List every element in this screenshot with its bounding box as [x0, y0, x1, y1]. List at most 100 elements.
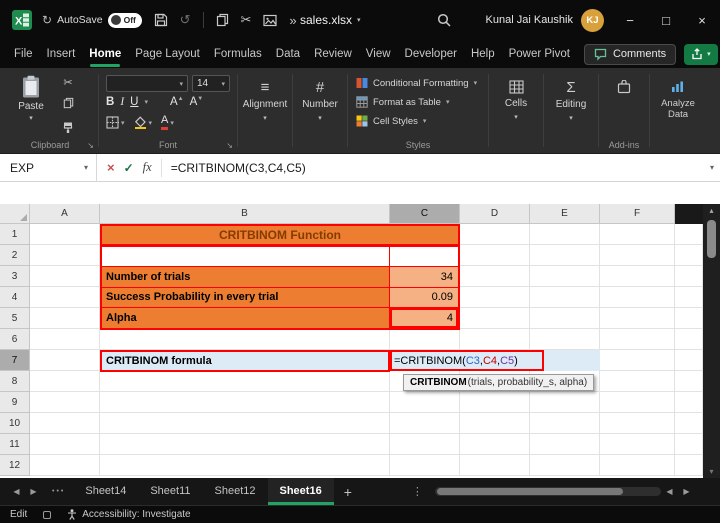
cell-B6[interactable] [100, 329, 390, 350]
qat-picture-button[interactable] [263, 14, 278, 27]
cell-G7[interactable] [675, 350, 703, 371]
sheet-tab-sheet14[interactable]: Sheet14 [73, 478, 138, 505]
cell-E2[interactable] [530, 245, 600, 266]
row-header-8[interactable]: 8 [0, 371, 30, 392]
cell-E12[interactable] [530, 455, 600, 476]
h-scroll-left-icon[interactable]: ◀ [661, 487, 678, 496]
cell-E9[interactable] [530, 392, 600, 413]
ribbon-tab-developer[interactable]: Developer [405, 40, 457, 68]
cell-A2[interactable] [30, 245, 100, 266]
probability-label-cell[interactable]: Success Probability in every trial [102, 287, 390, 308]
cell-D3[interactable] [460, 266, 530, 287]
enter-button[interactable]: ✓ [124, 161, 134, 175]
row-header-5[interactable]: 5 [0, 308, 30, 329]
name-box[interactable]: EXP ▾ [0, 153, 97, 182]
minimize-button[interactable]: − [612, 0, 648, 40]
row-header-7[interactable]: 7 [0, 350, 30, 371]
cell-F8[interactable] [600, 371, 675, 392]
row-header-2[interactable]: 2 [0, 245, 30, 266]
sheet-tab-sheet16[interactable]: Sheet16 [267, 478, 334, 505]
shrink-font-button[interactable]: A▼ [190, 96, 204, 108]
row-header-3[interactable]: 3 [0, 266, 30, 287]
row-header-4[interactable]: 4 [0, 287, 30, 308]
cell-A3[interactable] [30, 266, 100, 287]
scroll-down-icon[interactable]: ▾ [703, 467, 720, 476]
undo-button[interactable]: ↺ [180, 12, 191, 28]
italic-button[interactable]: I [120, 96, 124, 108]
cells-button[interactable]: Cells ▾ [491, 68, 541, 153]
cell-E3[interactable] [530, 266, 600, 287]
ribbon-tab-insert[interactable]: Insert [47, 40, 76, 68]
fill-color-button[interactable]: ▾ [134, 116, 152, 129]
select-all-corner[interactable] [0, 204, 30, 224]
cell-B10[interactable] [100, 413, 390, 434]
alignment-button[interactable]: ≡ Alignment ▾ [240, 68, 290, 153]
autosave-toggle[interactable]: ↻ AutoSave Off [42, 12, 142, 28]
cell-G9[interactable] [675, 392, 703, 413]
font-name-combo[interactable]: ▾ [106, 75, 188, 92]
cell-F2[interactable] [600, 245, 675, 266]
vertical-scroll-thumb[interactable] [707, 220, 716, 258]
qat-overflow-button[interactable]: » [289, 13, 296, 28]
underline-button[interactable]: U [130, 96, 138, 108]
vertical-scrollbar[interactable]: ▴ ▾ [703, 204, 720, 478]
horizontal-scroll-thumb[interactable] [436, 488, 623, 495]
ribbon-tab-view[interactable]: View [366, 40, 391, 68]
cell-E10[interactable] [530, 413, 600, 434]
cell-B9[interactable] [100, 392, 390, 413]
row-header-12[interactable]: 12 [0, 455, 30, 476]
copy-button[interactable] [63, 96, 74, 114]
probability-value-cell[interactable]: 0.09 [390, 287, 458, 308]
row-header-9[interactable]: 9 [0, 392, 30, 413]
column-header-A[interactable]: A [30, 204, 100, 224]
ribbon-tab-file[interactable]: File [14, 40, 33, 68]
cell-A7[interactable] [30, 350, 100, 371]
cell-G3[interactable] [675, 266, 703, 287]
account-area[interactable]: Kunal Jai Kaushik KJ [486, 0, 604, 40]
trials-value-cell[interactable]: 34 [390, 267, 458, 288]
cell-G2[interactable] [675, 245, 703, 266]
cell-E11[interactable] [530, 434, 600, 455]
cell-F10[interactable] [600, 413, 675, 434]
cell-F9[interactable] [600, 392, 675, 413]
avatar[interactable]: KJ [581, 8, 604, 32]
ribbon-tab-power-pivot[interactable]: Power Pivot [509, 40, 570, 68]
borders-button[interactable]: ▾ [106, 116, 125, 129]
macro-record-icon[interactable] [43, 510, 52, 519]
alpha-label-cell[interactable]: Alpha [102, 307, 390, 328]
cell-D4[interactable] [460, 287, 530, 308]
cell-B2[interactable] [102, 247, 390, 268]
file-name[interactable]: sales.xlsx ▾ [300, 0, 361, 40]
cell-D12[interactable] [460, 455, 530, 476]
cell-A10[interactable] [30, 413, 100, 434]
cell-D11[interactable] [460, 434, 530, 455]
cell-G12[interactable] [675, 455, 703, 476]
cell-E1[interactable] [530, 224, 600, 245]
row-header-11[interactable]: 11 [0, 434, 30, 455]
share-button[interactable]: ▾ [684, 43, 718, 65]
cell-A8[interactable] [30, 371, 100, 392]
clipboard-dialog-launcher[interactable]: ↘ [87, 141, 94, 150]
cell-B11[interactable] [100, 434, 390, 455]
accessibility-status[interactable]: Accessibility: Investigate [67, 509, 191, 520]
cell-F12[interactable] [600, 455, 675, 476]
save-button[interactable] [154, 13, 168, 27]
cell-F1[interactable] [600, 224, 675, 245]
add-sheet-button[interactable]: + [344, 484, 352, 500]
cell-D6[interactable] [460, 329, 530, 350]
cell-C12[interactable] [390, 455, 460, 476]
sheet-nav-right-icon[interactable]: ▶ [25, 487, 42, 496]
formula-bar-expand-icon[interactable]: ▾ [710, 163, 714, 172]
sheet-options-icon[interactable]: ⋮ [412, 485, 423, 498]
sheet-tab-sheet12[interactable]: Sheet12 [203, 478, 268, 505]
cell-C2[interactable] [390, 247, 458, 268]
bold-button[interactable]: B [106, 96, 114, 108]
insert-function-button[interactable]: fx [143, 160, 152, 175]
merged-title-cell[interactable]: CRITBINOM Function [100, 224, 460, 246]
cell-G8[interactable] [675, 371, 703, 392]
ribbon-tab-review[interactable]: Review [314, 40, 352, 68]
cell-A12[interactable] [30, 455, 100, 476]
cell-B8[interactable] [100, 371, 390, 392]
ribbon-tab-formulas[interactable]: Formulas [214, 40, 262, 68]
cell-G5[interactable] [675, 308, 703, 329]
